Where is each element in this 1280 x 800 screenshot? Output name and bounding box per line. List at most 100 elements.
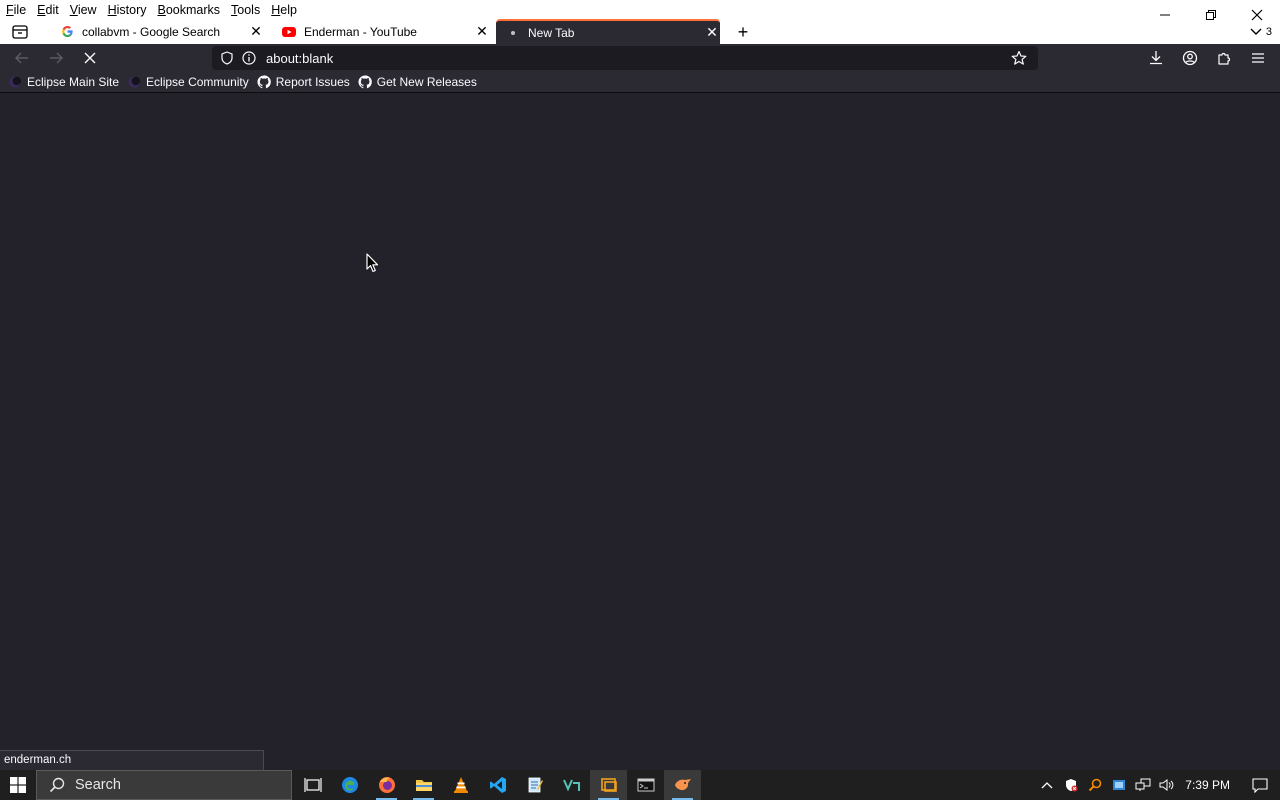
edge-icon (341, 777, 358, 793)
terminal-icon (637, 778, 654, 792)
list-all-tabs-button[interactable]: 3 (1250, 23, 1272, 41)
search-placeholder: Search (75, 777, 121, 793)
account-button[interactable] (1179, 48, 1201, 68)
forward-arrow-icon (50, 52, 63, 64)
taskbar-search-box[interactable]: Search (36, 770, 292, 800)
taskbar-clock[interactable]: 7:39 PM (1179, 778, 1240, 792)
show-hidden-icons-button[interactable] (1035, 770, 1059, 800)
app-menu-button[interactable] (1247, 48, 1269, 68)
notepad-icon (528, 777, 543, 793)
window-app-icon (600, 778, 617, 792)
address-bar[interactable]: about:blank (212, 46, 1038, 70)
github-icon (257, 75, 271, 89)
bookmark-eclipse-main-site[interactable]: Eclipse Main Site (8, 72, 119, 93)
menu-bookmarks[interactable]: Bookmarks (158, 0, 221, 20)
youtube-icon (282, 25, 296, 39)
close-tab-icon[interactable]: ✕ (248, 23, 264, 40)
close-tab-icon[interactable]: ✕ (704, 24, 720, 41)
tab-title: New Tab (528, 25, 575, 40)
tray-app-icon (1113, 780, 1126, 790)
url-text[interactable]: about:blank (266, 51, 333, 66)
page-content[interactable] (0, 93, 1280, 770)
forward-button[interactable] (45, 48, 67, 68)
action-center-button[interactable] (1240, 770, 1280, 800)
mouse-cursor-icon (366, 253, 379, 273)
taskbar-firefox-developer-window[interactable] (664, 770, 701, 800)
firefox-icon (378, 777, 395, 793)
tray-app[interactable] (1107, 770, 1131, 800)
google-icon (60, 25, 74, 39)
plus-icon: + (737, 21, 749, 42)
bookmark-get-new-releases[interactable]: Get New Releases (358, 72, 477, 93)
tab-title: Enderman - YouTube (304, 24, 417, 39)
account-icon (1182, 50, 1198, 66)
tracking-protection-shield-icon[interactable] (220, 51, 234, 65)
windows-logo-icon (10, 777, 26, 793)
extensions-button[interactable] (1213, 48, 1235, 68)
stop-icon (84, 52, 96, 64)
security-shield-icon (1066, 779, 1078, 792)
menu-help[interactable]: Help (271, 0, 297, 20)
taskbar-visual-studio[interactable] (553, 770, 590, 800)
back-button[interactable] (11, 48, 33, 68)
new-tab-button[interactable]: + (734, 21, 752, 42)
bookmark-label: Report Issues (275, 75, 350, 89)
bookmark-report-issues[interactable]: Report Issues (257, 72, 350, 93)
start-button[interactable] (0, 770, 36, 800)
menu-bar: File Edit View History Bookmarks Tools H… (0, 0, 308, 20)
tab-strip: collabvm - Google Search ✕ Enderman - Yo… (0, 19, 1280, 44)
star-icon (1011, 50, 1027, 65)
vs-installer-icon (562, 779, 580, 792)
taskbar: Search 7:39 PM (0, 770, 1280, 800)
tray-search-app[interactable] (1083, 770, 1107, 800)
loading-dot-icon (506, 26, 520, 40)
taskbar-edge[interactable] (331, 770, 368, 800)
tab-google-search[interactable]: collabvm - Google Search ✕ (56, 19, 264, 44)
title-bar: File Edit View History Bookmarks Tools H… (0, 0, 1280, 44)
magnifier-icon (1089, 778, 1102, 792)
tab-count: 3 (1265, 26, 1272, 38)
menu-history[interactable]: History (108, 0, 147, 20)
bookmark-eclipse-community[interactable]: Eclipse Community (127, 72, 249, 93)
speaker-icon (1159, 779, 1174, 791)
vscode-icon (489, 777, 506, 793)
puzzle-icon (1218, 52, 1231, 65)
tray-network[interactable] (1131, 770, 1155, 800)
tray-volume[interactable] (1155, 770, 1179, 800)
eclipse-icon (8, 75, 22, 89)
tab-youtube[interactable]: Enderman - YouTube ✕ (278, 19, 490, 44)
search-icon (49, 777, 65, 793)
menu-view[interactable]: View (70, 0, 97, 20)
downloads-button[interactable] (1145, 48, 1167, 68)
bookmark-star-button[interactable] (1010, 49, 1028, 67)
system-tray: 7:39 PM (1035, 770, 1280, 800)
taskbar-command-prompt[interactable] (627, 770, 664, 800)
menu-tools[interactable]: Tools (231, 0, 260, 20)
tray-security[interactable] (1059, 770, 1083, 800)
status-panel: enderman.ch (0, 750, 264, 770)
bookmark-label: Eclipse Community (146, 75, 249, 89)
task-view-button[interactable] (294, 770, 331, 800)
bookmarks-toolbar: Eclipse Main Site Eclipse Community Repo… (0, 72, 1280, 93)
close-tab-icon[interactable]: ✕ (474, 23, 490, 40)
firefox-view-button[interactable] (10, 23, 30, 41)
tab-new-tab[interactable]: New Tab ✕ (496, 19, 720, 44)
taskbar-vscode[interactable] (479, 770, 516, 800)
vlc-icon (453, 777, 468, 793)
menu-edit[interactable]: Edit (37, 0, 59, 20)
taskbar-notepad[interactable] (516, 770, 553, 800)
back-arrow-icon (15, 52, 28, 64)
github-icon (358, 75, 372, 89)
taskbar-vlc[interactable] (442, 770, 479, 800)
taskbar-file-explorer[interactable] (405, 770, 442, 800)
folder-icon (415, 780, 432, 791)
stop-loading-button[interactable] (79, 48, 101, 68)
taskbar-app-orange-window[interactable] (590, 770, 627, 800)
site-info-icon[interactable] (242, 51, 256, 65)
taskbar-firefox[interactable] (368, 770, 405, 800)
chevron-up-icon (1041, 782, 1053, 789)
network-icon (1135, 778, 1151, 791)
tab-title: collabvm - Google Search (82, 24, 221, 39)
menu-file[interactable]: File (6, 0, 26, 20)
navigation-toolbar: about:blank (0, 44, 1280, 72)
